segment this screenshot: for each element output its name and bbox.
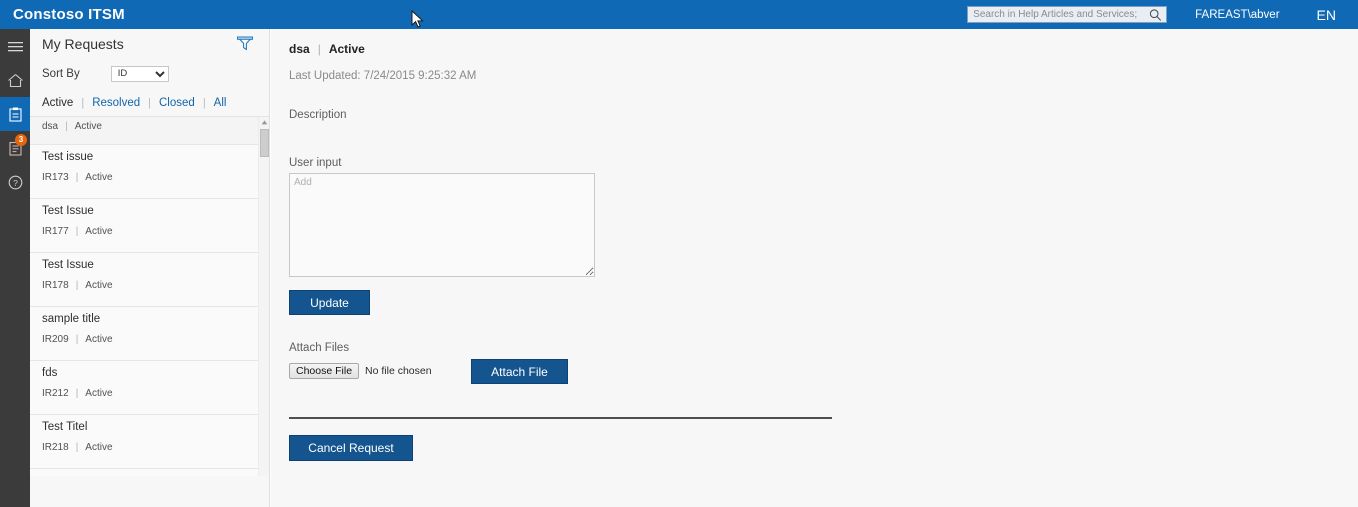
cancel-request-button[interactable]: Cancel Request xyxy=(289,435,413,461)
request-status: Active xyxy=(85,442,113,453)
no-file-chosen-text: No file chosen xyxy=(365,365,432,377)
help-question-icon: ? xyxy=(8,175,22,189)
breadcrumb-title: dsa xyxy=(289,42,310,56)
sort-by-select[interactable]: ID xyxy=(110,65,169,82)
left-icon-rail: 3 ? xyxy=(0,29,30,507)
tab-separator: | xyxy=(148,96,151,109)
meta-separator: | xyxy=(75,172,79,183)
meta-separator: | xyxy=(75,280,79,291)
request-title: Test Issue xyxy=(42,259,94,271)
rail-item-help[interactable]: ? xyxy=(0,165,30,199)
request-id: IR178 xyxy=(42,280,69,291)
tab-active[interactable]: Active xyxy=(42,97,73,109)
request-meta: IR218 | Active xyxy=(42,442,257,453)
request-id: IR209 xyxy=(42,334,69,345)
description-label: Description xyxy=(289,109,347,121)
request-meta: IR177 | Active xyxy=(42,226,257,237)
request-title: Test Issue xyxy=(42,205,94,217)
request-id: IR173 xyxy=(42,172,69,183)
rail-item-home[interactable] xyxy=(0,63,30,97)
funnel-filter-icon[interactable] xyxy=(235,34,255,52)
request-status: Active xyxy=(74,121,102,132)
last-updated-text: Last Updated: 7/24/2015 9:25:32 AM xyxy=(289,70,477,82)
request-id: IR212 xyxy=(42,388,69,399)
scrollbar-thumb[interactable] xyxy=(260,129,269,157)
attach-files-label: Attach Files xyxy=(289,342,350,354)
request-detail-pane: dsa | Active Last Updated: 7/24/2015 9:2… xyxy=(271,29,1358,507)
panel-title: My Requests xyxy=(42,35,124,52)
tab-separator: | xyxy=(202,96,206,109)
search-input[interactable] xyxy=(968,7,1167,22)
list-item[interactable]: Test Issue IR178 | Active xyxy=(30,253,269,307)
user-input-textarea[interactable] xyxy=(289,173,595,277)
tab-resolved[interactable]: Resolved xyxy=(92,97,140,109)
status-badge: Active xyxy=(328,42,365,56)
request-meta: IR173 | Active xyxy=(42,172,257,183)
app-brand-title: Constoso ITSM xyxy=(13,6,125,23)
rail-item-my-requests[interactable] xyxy=(0,97,30,131)
request-status: Active xyxy=(85,226,113,237)
rail-item-menu[interactable] xyxy=(0,29,30,63)
sort-by-label: Sort By xyxy=(42,67,80,80)
top-bar-right-group: FAREAST\abver EN xyxy=(967,0,1358,29)
request-id: IR177 xyxy=(42,226,69,237)
notification-badge: 3 xyxy=(15,134,27,146)
meta-separator: | xyxy=(75,388,79,399)
meta-separator: | xyxy=(75,334,79,345)
scroll-up-arrow-icon[interactable] xyxy=(259,117,269,128)
list-item[interactable]: sample title IR209 | Active xyxy=(30,307,269,361)
request-meta: IR178 | Active xyxy=(42,280,257,291)
request-title: Test issue xyxy=(42,151,94,163)
rail-item-notifications[interactable]: 3 xyxy=(0,131,30,165)
meta-separator: | xyxy=(75,442,79,453)
hamburger-menu-icon xyxy=(7,41,23,51)
breadcrumb-separator: | xyxy=(317,42,321,56)
sort-bar: Sort By ID xyxy=(30,58,269,89)
status-filter-tabs: Active | Resolved | Closed | All xyxy=(30,89,269,117)
panel-header: My Requests xyxy=(30,29,269,58)
request-status: Active xyxy=(85,388,113,399)
request-status: Active xyxy=(85,172,113,183)
list-item[interactable]: Test Titel IR218 | Active xyxy=(30,415,269,469)
home-icon xyxy=(7,73,23,87)
tab-closed[interactable]: Closed xyxy=(159,97,195,109)
request-status: Active xyxy=(85,334,113,345)
svg-text:?: ? xyxy=(13,178,18,188)
request-title: fds xyxy=(42,367,58,379)
search-box[interactable] xyxy=(967,6,1168,23)
list-item[interactable]: Test issue IR173 | Active xyxy=(30,145,269,199)
breadcrumb: dsa | Active xyxy=(289,42,365,56)
request-id: dsa xyxy=(42,121,59,132)
request-title: sample title xyxy=(42,313,101,325)
list-item[interactable]: Test Issue IR177 | Active xyxy=(30,199,269,253)
choose-file-button[interactable]: Choose File xyxy=(289,363,360,379)
request-meta: IR212 | Active xyxy=(42,388,257,399)
language-selector[interactable]: EN xyxy=(1317,7,1336,23)
request-meta: dsa | Active xyxy=(42,121,257,132)
meta-separator: | xyxy=(75,226,79,237)
my-requests-panel: My Requests Sort By ID Active | Resolved… xyxy=(30,29,270,507)
search-icon[interactable] xyxy=(1149,8,1162,22)
request-id: IR218 xyxy=(42,442,69,453)
request-title: Test Titel xyxy=(42,421,88,433)
top-app-bar: Constoso ITSM FAREAST\abver EN xyxy=(0,0,1358,29)
section-divider xyxy=(289,417,832,419)
list-item[interactable]: fds IR212 | Active xyxy=(30,361,269,415)
request-meta: IR209 | Active xyxy=(42,334,257,345)
list-scrollbar[interactable] xyxy=(258,117,269,476)
file-picker-row: Choose File No file chosen xyxy=(289,363,432,379)
tab-all[interactable]: All xyxy=(214,97,227,109)
requests-list: dsa | Active Test issue IR173 | Active T… xyxy=(30,117,269,476)
list-item[interactable]: dsa | Active xyxy=(30,117,269,145)
meta-separator: | xyxy=(65,121,68,132)
request-status: Active xyxy=(85,280,113,291)
user-input-label: User input xyxy=(289,157,342,169)
update-button[interactable]: Update xyxy=(289,290,370,315)
clipboard-icon xyxy=(8,107,22,122)
tab-separator: | xyxy=(81,96,85,109)
attach-file-button[interactable]: Attach File xyxy=(471,359,568,384)
current-user-label[interactable]: FAREAST\abver xyxy=(1195,9,1279,21)
